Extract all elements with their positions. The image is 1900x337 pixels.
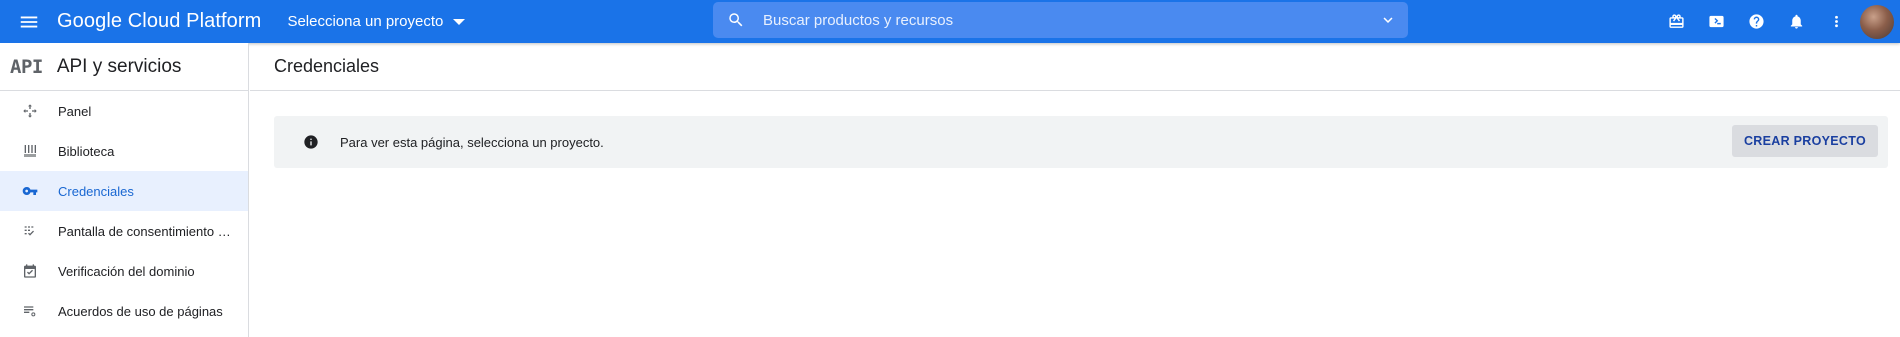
sidebar-item-label: Verificación del dominio — [58, 263, 195, 279]
create-project-button[interactable]: CREAR PROYECTO — [1731, 125, 1878, 157]
sidebar-item-panel[interactable]: Panel — [0, 91, 248, 131]
domain-check-icon — [0, 263, 58, 279]
sidebar-item-credenciales[interactable]: Credenciales — [0, 171, 248, 211]
sidebar-item-domain-verification[interactable]: Verificación del dominio — [0, 251, 248, 291]
sidebar-nav: Panel Biblioteca Credenciales Pantalla d… — [0, 91, 248, 331]
search-expand-button[interactable] — [1368, 11, 1408, 29]
sidebar-item-biblioteca[interactable]: Biblioteca — [0, 131, 248, 171]
api-logo: API — [10, 55, 43, 78]
gift-button[interactable] — [1656, 2, 1696, 42]
project-selector-label: Selecciona un proyecto — [287, 13, 444, 30]
sidebar-item-label: Biblioteca — [58, 143, 115, 159]
key-icon — [0, 183, 58, 199]
sidebar-item-consent-screen[interactable]: Pantalla de consentimiento de OAuth — [0, 211, 248, 251]
sidebar-item-label: Pantalla de consentimiento de OAuth — [58, 223, 233, 239]
sidebar-item-label: Panel — [58, 103, 92, 119]
main-content: Credenciales Para ver esta página, selec… — [250, 43, 1900, 337]
main-menu-button[interactable] — [9, 2, 49, 42]
dashboard-icon — [0, 103, 58, 119]
menu-icon — [20, 16, 38, 27]
notice-message: Para ver esta página, selecciona un proy… — [340, 134, 604, 150]
page-title: Credenciales — [250, 43, 1900, 91]
sidebar: API API y servicios Panel Biblioteca Cre… — [0, 43, 249, 337]
sidebar-header: API API y servicios — [0, 43, 248, 91]
top-app-bar: Google Cloud Platform Selecciona un proy… — [0, 0, 1900, 43]
notifications-icon — [1790, 14, 1802, 29]
sidebar-item-label: Acuerdos de uso de páginas — [58, 303, 223, 319]
search-icon — [713, 11, 759, 29]
help-button[interactable] — [1736, 2, 1776, 42]
search-bar[interactable] — [713, 2, 1408, 38]
notifications-button[interactable] — [1776, 2, 1816, 42]
account-avatar[interactable] — [1860, 4, 1894, 39]
select-project-notice: Para ver esta página, selecciona un proy… — [274, 116, 1888, 168]
more-vert-icon — [1834, 15, 1838, 28]
help-icon — [1748, 14, 1764, 29]
more-options-button[interactable] — [1816, 2, 1856, 42]
dropdown-caret-icon — [453, 18, 466, 25]
cloud-shell-button[interactable] — [1696, 2, 1736, 42]
sidebar-item-page-usage[interactable]: Acuerdos de uso de páginas — [0, 291, 248, 331]
gift-icon — [1668, 14, 1684, 28]
sidebar-item-label: Credenciales — [58, 183, 134, 199]
library-icon — [0, 143, 58, 159]
info-icon — [294, 134, 328, 150]
sidebar-title: API y servicios — [56, 55, 182, 77]
top-actions — [1656, 0, 1900, 43]
cloud-shell-icon — [1708, 15, 1724, 28]
product-brand[interactable]: Google Cloud Platform — [57, 10, 261, 33]
search-input[interactable] — [763, 11, 1368, 29]
chevron-down-icon — [1383, 17, 1393, 23]
project-selector[interactable]: Selecciona un proyecto — [287, 13, 466, 30]
page-settings-icon — [0, 303, 58, 319]
consent-icon — [0, 223, 58, 239]
